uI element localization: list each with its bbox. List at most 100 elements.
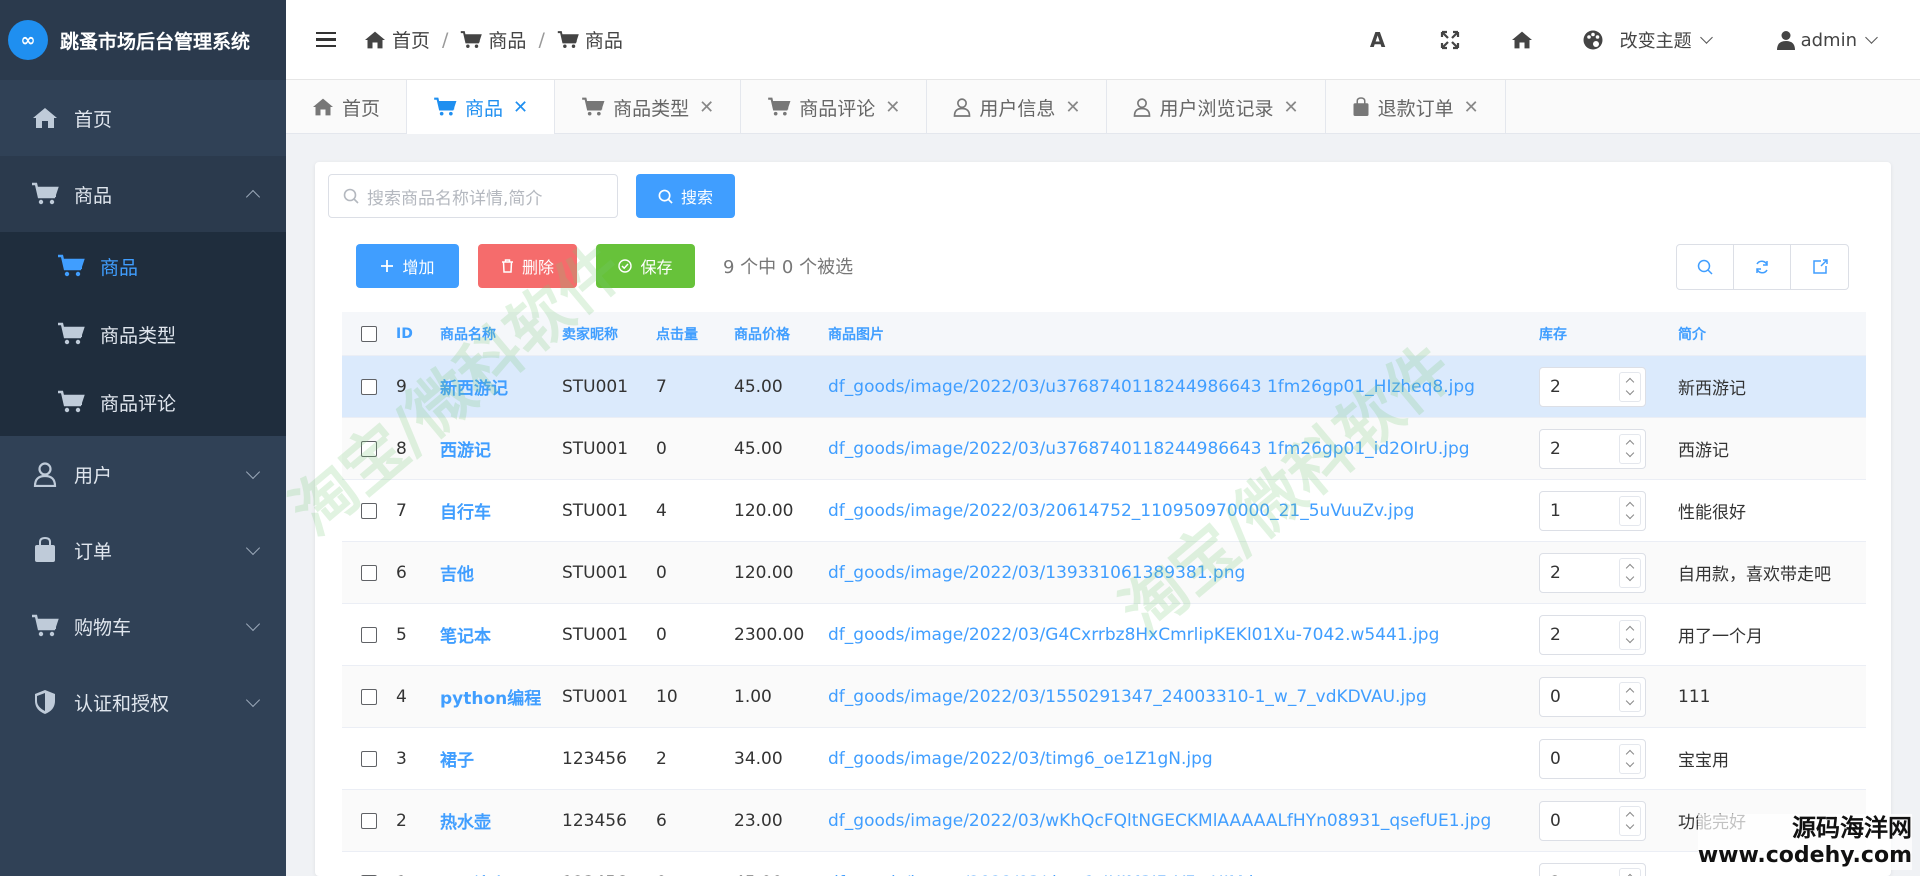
stock-stepper[interactable]: 2 <box>1539 614 1646 655</box>
toggle-search-button[interactable] <box>1677 245 1734 289</box>
goods-name-link[interactable]: 热水壶 <box>440 813 491 833</box>
table-row[interactable]: 7 自行车 STU001 4 120.00 df_goods/image/2022/03/… <box>342 480 1866 542</box>
image-link[interactable]: df_goods/image/2022/03/u3768740118244986… <box>828 439 1470 459</box>
chevron-down-icon[interactable] <box>1625 386 1635 396</box>
row-checkbox[interactable] <box>342 750 396 767</box>
chevron-down-icon[interactable] <box>1625 758 1635 768</box>
sidebar-item-user[interactable]: 用户 <box>0 436 286 512</box>
chevron-up-icon[interactable] <box>1625 377 1635 387</box>
fullscreen-icon[interactable] <box>1438 28 1462 52</box>
stepper-arrows[interactable] <box>1619 867 1641 876</box>
close-icon[interactable]: ✕ <box>699 97 714 118</box>
tab-goods[interactable]: 商品 ✕ <box>407 80 556 134</box>
select-all-checkbox[interactable] <box>342 325 396 342</box>
stepper-arrows[interactable] <box>1619 619 1641 650</box>
table-row[interactable]: 4 python编程 STU001 10 1.00 df_goods/image/2022… <box>342 666 1866 728</box>
column-header[interactable]: 商品价格 <box>734 324 828 344</box>
font-size-icon[interactable]: A <box>1366 28 1390 52</box>
column-header[interactable]: 简介 <box>1678 324 1866 344</box>
image-link[interactable]: df_goods/image/2022/03/G4Cxrrbz8HxCmrlip… <box>828 625 1439 645</box>
image-link[interactable]: df_goods/image/2022/03/u3768740118244986… <box>828 377 1475 397</box>
delete-button[interactable]: 删除 <box>478 244 577 288</box>
add-button[interactable]: 增加 <box>356 244 459 288</box>
sidebar-item-auth[interactable]: 认证和授权 <box>0 664 286 740</box>
search-input[interactable]: 搜索商品名称详情,简介 <box>328 174 618 218</box>
goods-name-link[interactable]: 笔记本 <box>440 627 491 647</box>
row-checkbox[interactable] <box>342 812 396 829</box>
image-link[interactable]: df_goods/image/2022/03/timg6_oe1Z1gN.jpg <box>828 749 1213 769</box>
column-header[interactable]: 点击量 <box>656 324 734 344</box>
stock-stepper[interactable]: 2 <box>1539 552 1646 593</box>
stock-stepper[interactable]: 0 <box>1539 738 1646 779</box>
breadcrumb-item-goods[interactable]: 商品 <box>460 26 526 53</box>
sidebar-item-goods[interactable]: 商品 <box>0 156 286 232</box>
chevron-down-icon[interactable] <box>1625 696 1635 706</box>
stepper-arrows[interactable] <box>1619 743 1641 774</box>
close-icon[interactable]: ✕ <box>885 97 900 118</box>
table-row[interactable]: 9 新西游记 STU001 7 45.00 df_goods/image/2022/03/… <box>342 356 1866 418</box>
tab-goods-review[interactable]: 商品评论 ✕ <box>741 80 928 134</box>
chevron-up-icon[interactable] <box>1625 439 1635 449</box>
stepper-arrows[interactable] <box>1619 681 1641 712</box>
chevron-up-icon[interactable] <box>1625 563 1635 573</box>
stepper-arrows[interactable] <box>1619 805 1641 836</box>
theme-switcher[interactable]: 改变主题 <box>1582 27 1713 53</box>
row-checkbox[interactable] <box>342 440 396 457</box>
stepper-arrows[interactable] <box>1619 371 1641 402</box>
stock-stepper[interactable]: 0 <box>1539 800 1646 841</box>
close-icon[interactable]: ✕ <box>1283 97 1298 118</box>
chevron-up-icon[interactable] <box>1625 687 1635 697</box>
stepper-arrows[interactable] <box>1619 495 1641 526</box>
row-checkbox[interactable] <box>342 688 396 705</box>
tab-goods-type[interactable]: 商品类型 ✕ <box>555 80 742 134</box>
chevron-down-icon[interactable] <box>1625 510 1635 520</box>
export-button[interactable] <box>1791 245 1848 289</box>
goods-name-link[interactable]: 西游记 <box>440 441 491 461</box>
table-row[interactable]: 2 热水壶 123456 6 23.00 df_goods/image/2022/03/w… <box>342 790 1866 852</box>
user-menu[interactable]: admin <box>1776 30 1878 51</box>
menu-toggle-icon[interactable] <box>316 28 336 52</box>
goods-name-link[interactable]: 自行车 <box>440 503 491 523</box>
goods-name-link[interactable]: 新西游记 <box>440 379 508 399</box>
breadcrumb-item-home[interactable]: 首页 <box>364 26 430 53</box>
image-link[interactable]: df_goods/image/2022/03/139331061389381.p… <box>828 563 1245 583</box>
table-row[interactable]: 5 笔记本 STU001 0 2300.00 df_goods/image/2022/03… <box>342 604 1866 666</box>
chevron-up-icon[interactable] <box>1625 811 1635 821</box>
image-link[interactable]: df_goods/image/2022/03/wKhQcFQltNGECKMlA… <box>828 811 1491 831</box>
search-button[interactable]: 搜索 <box>636 174 735 218</box>
sidebar-subitem-goods[interactable]: 商品 <box>0 232 286 300</box>
image-link[interactable]: df_goods/image/2022/03/timg1_IHIM3JF_YFs… <box>828 873 1275 876</box>
stock-stepper[interactable]: 2 <box>1539 428 1646 469</box>
image-link[interactable]: df_goods/image/2022/03/20614752_11095097… <box>828 501 1414 521</box>
close-icon[interactable]: ✕ <box>1065 97 1080 118</box>
stock-stepper[interactable]: 2 <box>1539 862 1646 876</box>
stock-stepper[interactable]: 1 <box>1539 490 1646 531</box>
close-icon[interactable]: ✕ <box>1464 97 1479 118</box>
tab-user-info[interactable]: 用户信息 ✕ <box>927 80 1108 134</box>
chevron-down-icon[interactable] <box>1625 634 1635 644</box>
column-header[interactable]: ID <box>396 326 440 342</box>
chevron-up-icon[interactable] <box>1625 749 1635 759</box>
image-link[interactable]: df_goods/image/2022/03/1550291347_240033… <box>828 687 1427 707</box>
home-icon[interactable] <box>1510 28 1534 52</box>
column-header[interactable]: 库存 <box>1539 324 1678 344</box>
row-checkbox[interactable] <box>342 378 396 395</box>
sidebar-subitem-goods-type[interactable]: 商品类型 <box>0 300 286 368</box>
row-checkbox[interactable] <box>342 502 396 519</box>
column-header[interactable]: 卖家昵称 <box>562 324 656 344</box>
stepper-arrows[interactable] <box>1619 557 1641 588</box>
sidebar-item-cart[interactable]: 购物车 <box>0 588 286 664</box>
tab-refund-orders[interactable]: 退款订单 ✕ <box>1326 80 1506 134</box>
chevron-up-icon[interactable] <box>1625 501 1635 511</box>
chevron-down-icon[interactable] <box>1625 820 1635 830</box>
goods-name-link[interactable]: python编程 <box>440 689 541 709</box>
row-checkbox[interactable] <box>342 626 396 643</box>
chevron-down-icon[interactable] <box>1625 448 1635 458</box>
sidebar-item-order[interactable]: 订单 <box>0 512 286 588</box>
sidebar-item-home[interactable]: 首页 <box>0 80 286 156</box>
save-button[interactable]: 保存 <box>596 244 695 288</box>
close-icon[interactable]: ✕ <box>513 97 528 118</box>
goods-name-link[interactable]: 裙子 <box>440 751 474 771</box>
chevron-up-icon[interactable] <box>1625 625 1635 635</box>
tab-home[interactable]: 首页 <box>286 80 408 134</box>
